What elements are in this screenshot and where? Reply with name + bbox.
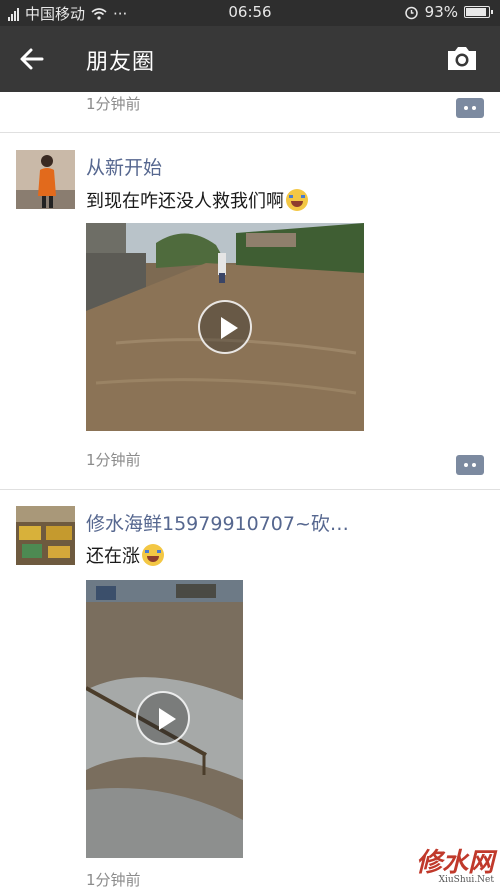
site-watermark: 修水网 XiuShui.Net xyxy=(416,850,494,885)
post-timestamp: 1分钟前 xyxy=(86,451,141,469)
watermark-logo: 修水网 xyxy=(415,848,494,878)
post-text-content: 还在涨 xyxy=(86,546,140,567)
alarm-icon xyxy=(404,6,418,19)
camera-icon[interactable] xyxy=(446,44,478,72)
post-timestamp: 1分钟前 xyxy=(86,871,141,889)
avatar[interactable] xyxy=(16,150,75,209)
avatar-image xyxy=(16,506,75,565)
post-text-content: 到现在咋还没人救我们啊 xyxy=(86,191,284,212)
crying-emoji-icon xyxy=(286,189,308,211)
play-button-icon[interactable] xyxy=(136,691,190,745)
post-text: 还在涨 xyxy=(86,542,164,568)
battery-percent: 93% xyxy=(424,3,458,21)
comment-like-button[interactable] xyxy=(456,455,484,475)
status-bar: 中国移动 ··· 06:56 93% xyxy=(0,0,500,26)
play-button-icon[interactable] xyxy=(198,300,252,354)
comment-like-button[interactable] xyxy=(456,98,484,118)
battery-icon xyxy=(464,6,493,18)
post-timestamp: 1分钟前 xyxy=(86,95,141,113)
avatar-image xyxy=(16,150,75,209)
post-author-name[interactable]: 修水海鲜15979910707~砍… xyxy=(86,509,349,536)
post-text: 到现在咋还没人救我们啊 xyxy=(86,187,308,213)
moments-feed[interactable]: 1分钟前 从新开始 到现在咋还没人救我们啊 1分钟前 修水海鲜159799107… xyxy=(0,92,500,889)
back-arrow-icon[interactable] xyxy=(16,43,48,75)
post-video[interactable] xyxy=(86,223,364,431)
avatar[interactable] xyxy=(16,506,75,565)
page-title: 朋友圈 xyxy=(86,50,156,75)
status-right: 93% xyxy=(404,3,493,21)
post-video[interactable] xyxy=(86,580,243,858)
post-author-name[interactable]: 从新开始 xyxy=(86,153,162,180)
nav-bar: 朋友圈 xyxy=(0,26,500,92)
moments-post: 修水海鲜15979910707~砍… 还在涨 1分钟前 xyxy=(0,489,500,889)
crying-emoji-icon xyxy=(142,544,164,566)
moments-post: 从新开始 到现在咋还没人救我们啊 1分钟前 xyxy=(0,132,500,489)
